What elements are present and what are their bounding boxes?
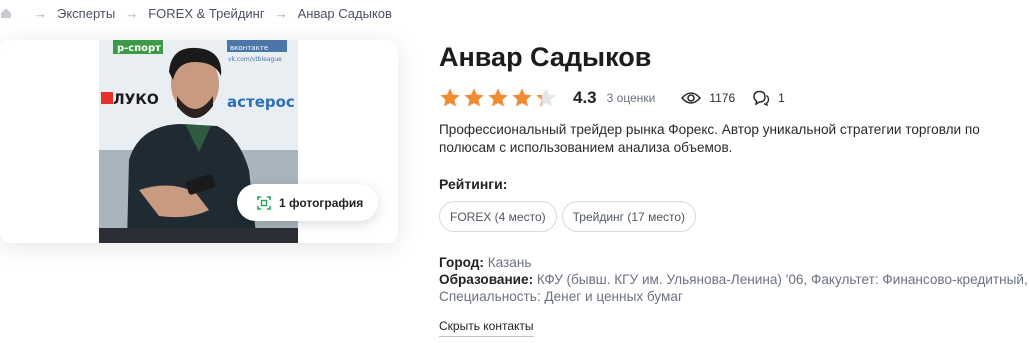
photos-button[interactable]: 1 фотография <box>237 184 378 221</box>
eye-icon <box>681 92 702 104</box>
comment-icon <box>753 90 770 106</box>
home-icon[interactable] <box>0 7 12 19</box>
ratings-chips: FOREX (4 место) Трейдинг (17 место) <box>439 201 701 232</box>
backdrop-text: р-спорт <box>117 43 161 54</box>
city-label: Город: <box>439 255 484 270</box>
city-value: Казань <box>487 255 532 270</box>
hide-contacts-link[interactable]: Скрыть контакты <box>439 319 534 337</box>
arrow-right-icon: → <box>125 5 139 21</box>
rating-stars[interactable] <box>439 87 559 109</box>
rating-value: 4.3 <box>573 88 597 107</box>
rating-chip-forex[interactable]: FOREX (4 место) <box>439 201 557 232</box>
breadcrumb: → Эксперты → FOREX & Трейдинг → Анвар Са… <box>0 3 392 23</box>
profile-description: Профессиональный трейдер рынка Форекс. А… <box>439 122 980 155</box>
ratings-count: 3 оценки <box>606 91 656 105</box>
breadcrumb-forex-trading[interactable]: FOREX & Трейдинг <box>148 6 264 21</box>
comments-count: 1 <box>778 91 785 105</box>
profile-meta: 4.3 3 оценки 1176 1 <box>439 86 785 110</box>
rating-chip-trading[interactable]: Трейдинг (17 место) <box>561 201 697 232</box>
breadcrumb-current: Анвар Садыков <box>297 5 392 21</box>
backdrop-text: ЛУКО <box>113 92 159 108</box>
star-icon[interactable] <box>511 87 533 109</box>
backdrop-text: vk.com/vtbleague <box>228 56 282 63</box>
star-icon[interactable] <box>463 87 485 109</box>
backdrop-text: вконтакте <box>230 44 268 52</box>
profile-education: Образование: КФУ (бывш. КГУ им. Ульянова… <box>439 271 1029 305</box>
education-label: Образование: <box>439 272 534 287</box>
photo-card: р-спорт вконтакте vk.com/vtbleague ЛУКО … <box>0 40 398 243</box>
views-counter: 1176 <box>681 91 735 105</box>
arrow-right-icon: → <box>34 5 47 21</box>
breadcrumb-experts[interactable]: Эксперты <box>57 6 115 21</box>
profile-city: Город: Казань <box>439 254 531 271</box>
comments-counter[interactable]: 1 <box>752 90 785 106</box>
gallery-icon <box>257 195 271 210</box>
arrow-right-icon: → <box>274 5 288 21</box>
star-icon[interactable] <box>535 87 557 109</box>
backdrop-text: астерос <box>227 93 295 111</box>
star-icon[interactable] <box>439 87 461 109</box>
star-icon[interactable] <box>487 87 509 109</box>
profile-name: Анвар Садыков <box>439 42 652 72</box>
views-count: 1176 <box>709 91 736 105</box>
ratings-heading: Рейтинги: <box>439 176 508 192</box>
photos-button-label: 1 фотография <box>279 195 364 210</box>
